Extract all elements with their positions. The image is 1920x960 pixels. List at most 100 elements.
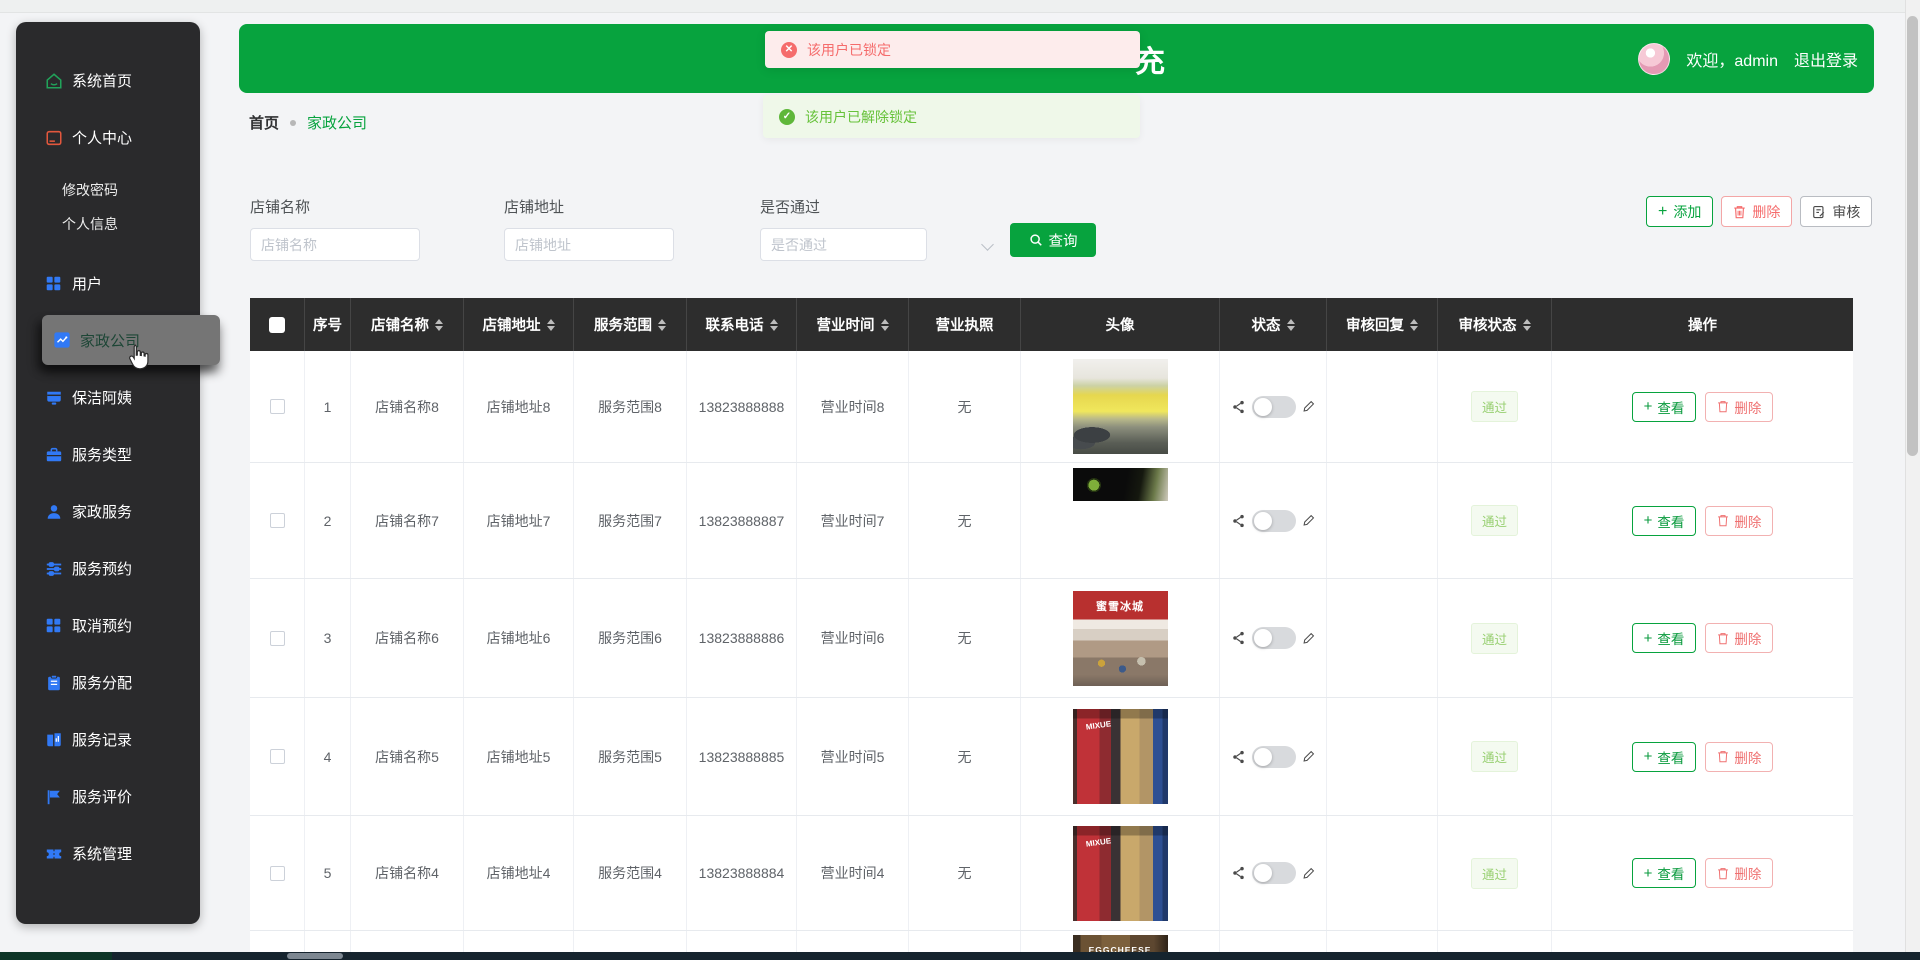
store-photo[interactable]: MIXUE	[1072, 825, 1168, 921]
pencil-icon[interactable]	[1302, 400, 1315, 413]
person-icon	[44, 502, 63, 521]
shop-name-input[interactable]	[250, 228, 420, 261]
status-toggle[interactable]	[1251, 509, 1296, 532]
share-icon[interactable]	[1232, 750, 1245, 764]
sort-icons[interactable]	[546, 318, 555, 331]
view-button[interactable]: + 查看	[1631, 858, 1697, 888]
sidebar-item-housekeeping-service[interactable]: 家政服务	[16, 483, 200, 540]
pencil-icon[interactable]	[1302, 867, 1315, 880]
sort-icons[interactable]	[1286, 318, 1295, 331]
pass-status-select[interactable]	[760, 228, 927, 261]
row-delete-button[interactable]: 删除	[1705, 741, 1774, 772]
status-toggle[interactable]	[1251, 745, 1296, 768]
filter-shop-address: 店铺地址	[504, 196, 674, 261]
sidebar-item-personal-info[interactable]: 个人信息	[16, 207, 200, 241]
breadcrumb-separator-dot	[290, 119, 297, 126]
sort-icons[interactable]	[1522, 318, 1531, 331]
col-shop-address[interactable]: 店铺地址	[464, 298, 574, 351]
sidebar-item-cancel-booking[interactable]: 取消预约	[16, 597, 200, 654]
sidebar-item-home[interactable]: 系统首页	[16, 52, 200, 109]
col-audit-status[interactable]: 审核状态	[1438, 298, 1552, 351]
sidebar-item-service-type[interactable]: 服务类型	[16, 426, 200, 483]
window-top-edge	[0, 0, 1920, 13]
toast-success-message: 该用户已解除锁定	[805, 108, 917, 125]
store-photo[interactable]	[1072, 468, 1168, 501]
view-button[interactable]: + 查看	[1631, 623, 1697, 653]
pass-status-label: 是否通过	[760, 199, 821, 216]
pencil-icon[interactable]	[1302, 632, 1315, 645]
sort-icons[interactable]	[1410, 318, 1418, 331]
horizontal-scrollbar[interactable]	[0, 952, 1920, 960]
horizontal-scrollbar-thumb[interactable]	[287, 953, 343, 959]
pencil-icon[interactable]	[1302, 750, 1315, 763]
plus-icon: +	[1643, 512, 1653, 529]
share-icon[interactable]	[1232, 400, 1245, 414]
delete-button[interactable]: 删除	[1721, 196, 1793, 227]
sidebar-item-service-reviews[interactable]: 服务评价	[16, 768, 200, 825]
audit-reply-cell	[1327, 579, 1438, 697]
status-toggle[interactable]	[1251, 862, 1296, 884]
sidebar-item-change-password[interactable]: 修改密码	[16, 173, 200, 207]
status-toggle[interactable]	[1251, 627, 1296, 649]
view-button[interactable]: + 查看	[1631, 741, 1697, 772]
share-icon[interactable]	[1232, 631, 1245, 645]
shop-name-label: 店铺名称	[250, 199, 311, 216]
phone-cell: 13823888887	[687, 463, 797, 578]
phone-cell: 13823888885	[687, 698, 797, 815]
pencil-icon[interactable]	[1302, 514, 1315, 527]
store-photo[interactable]: MIXUE	[1072, 709, 1168, 804]
seq-cell: 1	[305, 351, 351, 462]
sort-icons[interactable]	[769, 318, 778, 331]
audit-status-badge: 通过	[1470, 741, 1518, 772]
chevron-down-icon[interactable]	[981, 238, 994, 251]
row-checkbox[interactable]	[269, 513, 285, 528]
sidebar-item-users[interactable]: 用户	[16, 255, 200, 312]
sidebar-item-service-booking[interactable]: 服务预约	[16, 540, 200, 597]
sort-icons[interactable]	[435, 318, 443, 331]
col-shop-name[interactable]: 店铺名称	[351, 298, 464, 351]
status-toggle[interactable]	[1251, 395, 1296, 418]
sidebar-item-profile-center[interactable]: 个人中心	[16, 109, 200, 166]
row-checkbox[interactable]	[269, 865, 285, 881]
service-scope-cell: 服务范围5	[574, 698, 687, 815]
sidebar-item-service-records[interactable]: 服务记录	[16, 711, 200, 768]
vertical-scrollbar[interactable]	[1905, 0, 1920, 960]
col-audit-reply[interactable]: 审核回复	[1327, 298, 1438, 351]
sort-icons[interactable]	[880, 318, 889, 331]
sidebar-item-label: 服务记录	[72, 732, 133, 749]
breadcrumb-home[interactable]: 首页	[249, 112, 279, 133]
audit-button[interactable]: 审核	[1800, 196, 1873, 227]
sidebar-item-label: 取消预约	[72, 618, 133, 635]
view-button[interactable]: + 查看	[1631, 391, 1697, 422]
sidebar-item-cleaning-aunt[interactable]: 保洁阿姨	[16, 369, 200, 426]
hours-cell: 营业时间7	[797, 463, 909, 578]
col-phone[interactable]: 联系电话	[687, 298, 797, 351]
row-delete-button[interactable]: 删除	[1705, 391, 1774, 422]
row-delete-button[interactable]: 删除	[1705, 858, 1774, 888]
row-checkbox[interactable]	[269, 749, 285, 764]
row-delete-button[interactable]: 删除	[1705, 505, 1774, 536]
store-photo[interactable]: EGGCHEESE	[1072, 935, 1168, 952]
sort-icons[interactable]	[658, 318, 666, 331]
shop-address-input[interactable]	[504, 228, 674, 261]
col-status[interactable]: 状态	[1220, 298, 1327, 351]
sidebar-item-system-management[interactable]: 系统管理	[16, 825, 200, 882]
col-service-scope[interactable]: 服务范围	[574, 298, 687, 351]
col-hours[interactable]: 营业时间	[797, 298, 909, 351]
row-checkbox[interactable]	[269, 630, 285, 646]
search-button[interactable]: 查询	[1010, 223, 1096, 257]
row-checkbox[interactable]	[269, 399, 285, 414]
share-icon[interactable]	[1232, 514, 1245, 528]
vertical-scrollbar-thumb[interactable]	[1907, 16, 1918, 456]
avatar[interactable]	[1638, 42, 1671, 75]
row-delete-button[interactable]: 删除	[1705, 623, 1774, 653]
share-icon[interactable]	[1232, 866, 1245, 880]
add-button[interactable]: + 添加	[1646, 196, 1714, 227]
select-all-checkbox[interactable]	[269, 316, 285, 333]
trash-icon	[1717, 867, 1729, 880]
sidebar-item-service-assign[interactable]: 服务分配	[16, 654, 200, 711]
store-photo[interactable]	[1072, 359, 1168, 454]
store-photo[interactable]: 蜜雪冰城	[1072, 590, 1168, 686]
logout-link[interactable]: 退出登录	[1794, 47, 1858, 71]
view-button[interactable]: + 查看	[1631, 505, 1697, 536]
